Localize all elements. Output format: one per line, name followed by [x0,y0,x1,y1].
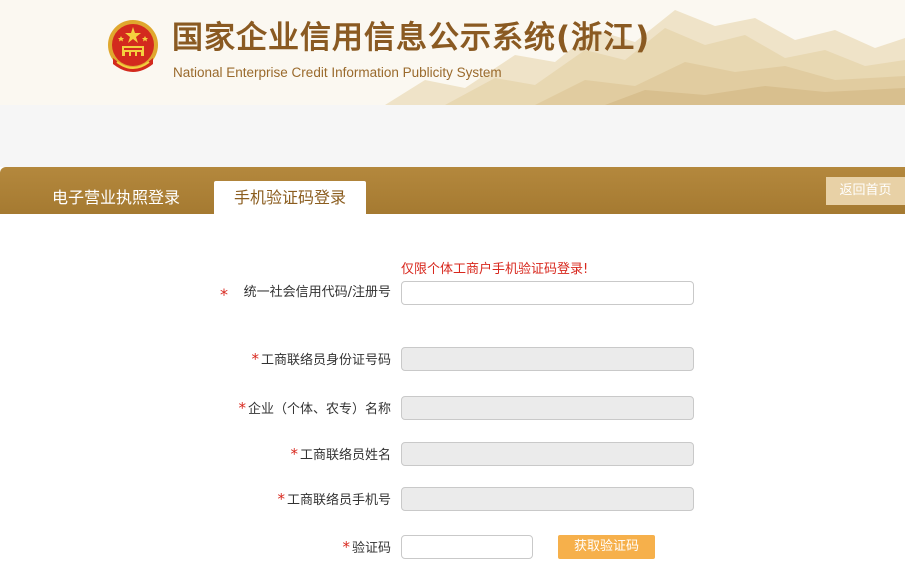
get-verification-code-button[interactable]: 获取验证码 [558,535,655,559]
tab-electronic-license-login[interactable]: 电子营业执照登录 [52,181,180,214]
login-tab-bar: 电子营业执照登录 手机验证码登录 [0,167,905,214]
site-header: 国家企业信用信息公示系统(浙江) National Enterprise Cre… [0,0,905,105]
field-label-text: 工商联络员姓名 [299,448,391,463]
verification-code-input[interactable] [401,535,533,559]
field-label-text: 统一社会信用代码/注册号 [243,285,391,300]
required-mark: * [277,490,285,508]
return-home-button[interactable]: 返回首页 [826,177,905,205]
field-label-verification-code: * 验证码 [231,534,391,562]
site-subtitle: National Enterprise Credit Information P… [173,65,502,80]
required-mark: * [251,350,259,368]
field-label-liaison-name: * 工商联络员姓名 [231,441,391,469]
required-mark: * [238,399,246,417]
liaison-id-number-input[interactable] [401,347,694,371]
header-spacer [0,105,905,167]
required-mark: * [290,445,298,463]
liaison-name-input[interactable] [401,442,694,466]
field-label-enterprise-name: * 企业（个体、农专）名称 [231,395,391,423]
national-emblem-icon [108,20,158,72]
field-label-text: 工商联络员身份证号码 [260,353,391,368]
field-label-text: 验证码 [351,541,391,556]
field-label-liaison-phone: * 工商联络员手机号 [231,486,391,514]
field-label-text: 企业（个体、农专）名称 [247,402,391,417]
site-title: 国家企业信用信息公示系统(浙江) [172,20,651,56]
field-label-credit-code: 统一社会信用代码/注册号 [241,280,391,306]
required-mark: * [220,285,228,304]
field-label-liaison-id: * 工商联络员身份证号码 [231,346,391,374]
tab-sms-code-login[interactable]: 手机验证码登录 [214,181,366,214]
liaison-phone-input[interactable] [401,487,694,511]
enterprise-name-input[interactable] [401,396,694,420]
field-label-text: 工商联络员手机号 [286,493,391,508]
credit-code-input[interactable] [401,281,694,305]
login-restriction-notice: 仅限个体工商户手机验证码登录! [401,262,589,277]
required-mark: * [342,538,350,556]
